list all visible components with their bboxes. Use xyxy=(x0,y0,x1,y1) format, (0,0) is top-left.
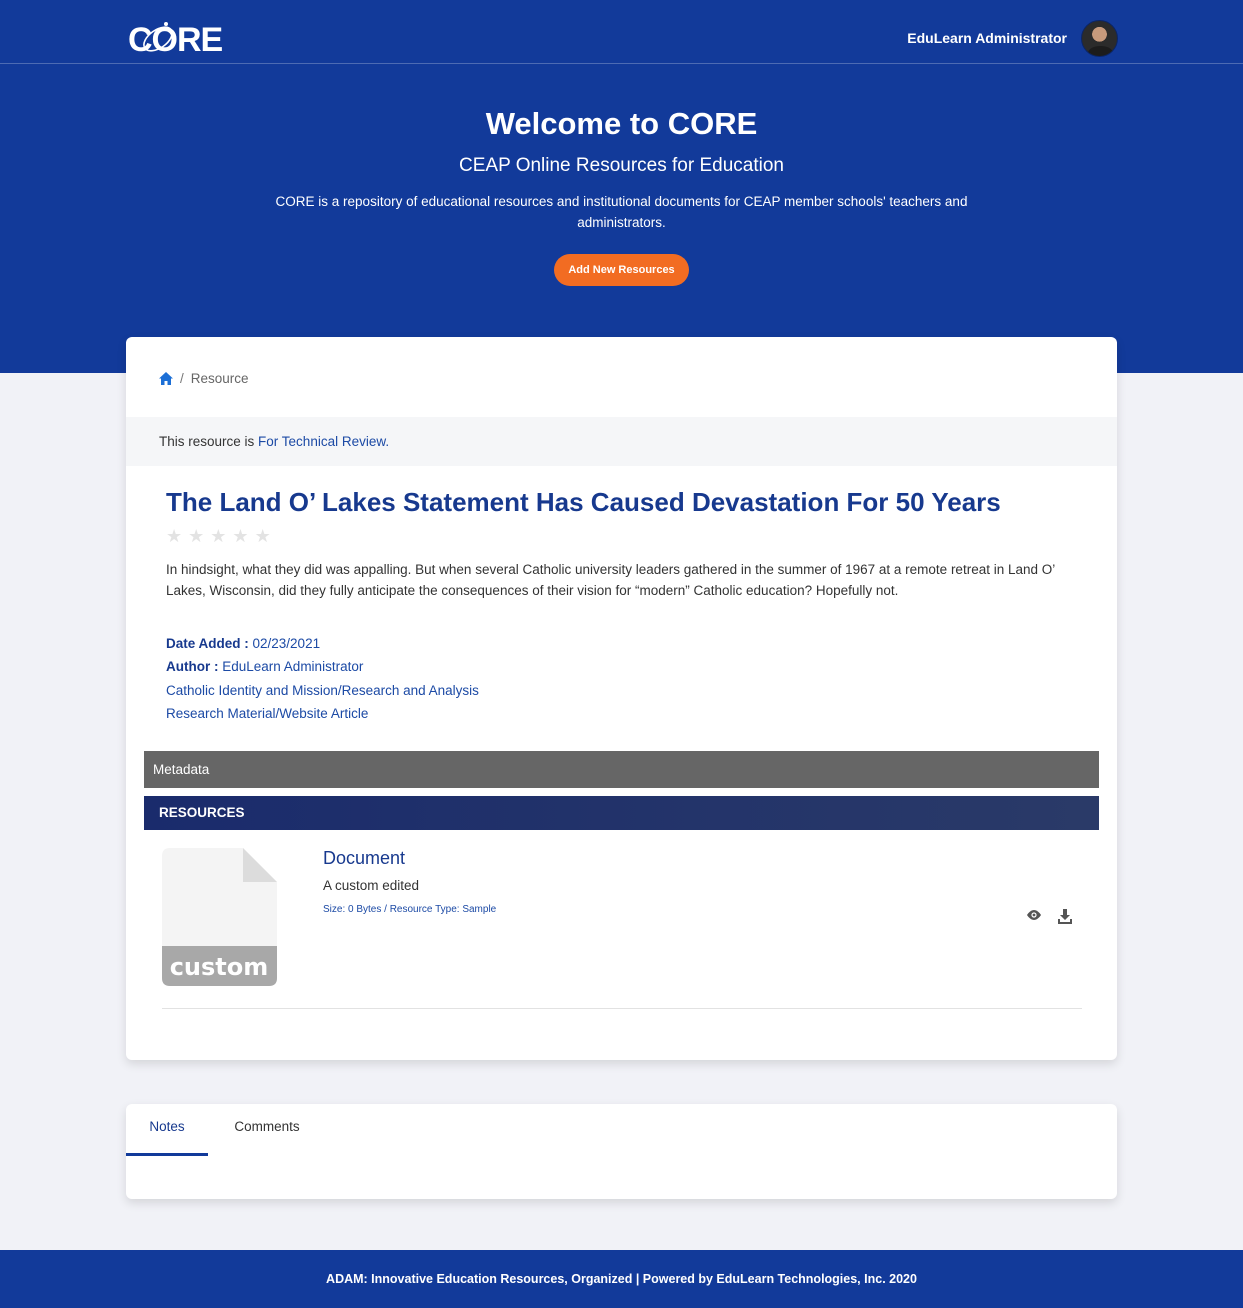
resource-card: / Resource This resource is For Technica… xyxy=(126,337,1117,1060)
status-prefix: This resource is xyxy=(159,434,255,449)
star-icon[interactable]: ★ xyxy=(232,526,248,547)
review-status-bar: This resource is For Technical Review. xyxy=(126,417,1117,466)
star-icon[interactable]: ★ xyxy=(210,526,226,547)
download-icon[interactable] xyxy=(1058,909,1072,924)
avatar[interactable] xyxy=(1081,20,1118,57)
star-rating[interactable]: ★ ★ ★ ★ ★ xyxy=(166,526,271,547)
status-value: For Technical Review. xyxy=(258,434,390,449)
document-size-info: Size: 0 Bytes / Resource Type: Sample xyxy=(323,904,497,915)
type-link[interactable]: Research Material/Website Article xyxy=(166,706,368,721)
author: Author : EduLearn Administrator xyxy=(166,659,364,674)
document-description: A custom edited xyxy=(323,878,420,893)
footer: ADAM: Innovative Education Resources, Or… xyxy=(0,1250,1243,1308)
resource-title: The Land O’ Lakes Statement Has Caused D… xyxy=(166,487,1001,517)
add-new-resources-button[interactable]: Add New Resources xyxy=(554,254,689,286)
document-title[interactable]: Document xyxy=(323,848,405,869)
hero-subtitle: CEAP Online Resources for Education xyxy=(459,155,784,176)
category-link[interactable]: Catholic Identity and Mission/Research a… xyxy=(166,683,479,698)
hero-banner: CORE EduLearn Administrator Welcome to C… xyxy=(0,0,1243,373)
star-icon[interactable]: ★ xyxy=(255,526,271,547)
svg-text:custom: custom xyxy=(170,953,269,981)
hero-description: CORE is a repository of educational reso… xyxy=(275,194,968,230)
resource-description: In hindsight, what they did was appallin… xyxy=(166,562,1055,598)
breadcrumb: / Resource xyxy=(159,371,249,386)
date-added: Date Added : 02/23/2021 xyxy=(166,636,321,651)
eye-icon[interactable] xyxy=(1026,909,1042,921)
notes-comments-panel: Notes Comments xyxy=(126,1104,1117,1199)
top-navbar: CORE EduLearn Administrator xyxy=(0,0,1243,64)
date-added-value: 02/23/2021 xyxy=(252,636,321,651)
svg-text:CORE: CORE xyxy=(128,21,222,59)
breadcrumb-current: Resource xyxy=(190,371,249,386)
resources-header: RESOURCES xyxy=(144,796,1099,830)
home-icon[interactable] xyxy=(159,372,173,385)
star-icon[interactable]: ★ xyxy=(188,526,204,547)
date-added-label: Date Added xyxy=(166,636,241,651)
tab-comments[interactable]: Comments xyxy=(208,1104,326,1156)
author-value[interactable]: EduLearn Administrator xyxy=(222,659,363,674)
star-icon[interactable]: ★ xyxy=(166,526,182,547)
file-icon[interactable]: custom xyxy=(162,848,277,986)
tab-notes[interactable]: Notes xyxy=(126,1104,208,1156)
core-logo[interactable]: CORE xyxy=(128,16,222,62)
divider xyxy=(162,1008,1082,1009)
page-title: Welcome to CORE xyxy=(485,106,758,141)
breadcrumb-separator: / xyxy=(180,371,184,386)
user-name[interactable]: EduLearn Administrator xyxy=(907,30,1067,46)
metadata-toggle[interactable]: Metadata xyxy=(144,751,1099,788)
author-label: Author xyxy=(166,659,211,674)
